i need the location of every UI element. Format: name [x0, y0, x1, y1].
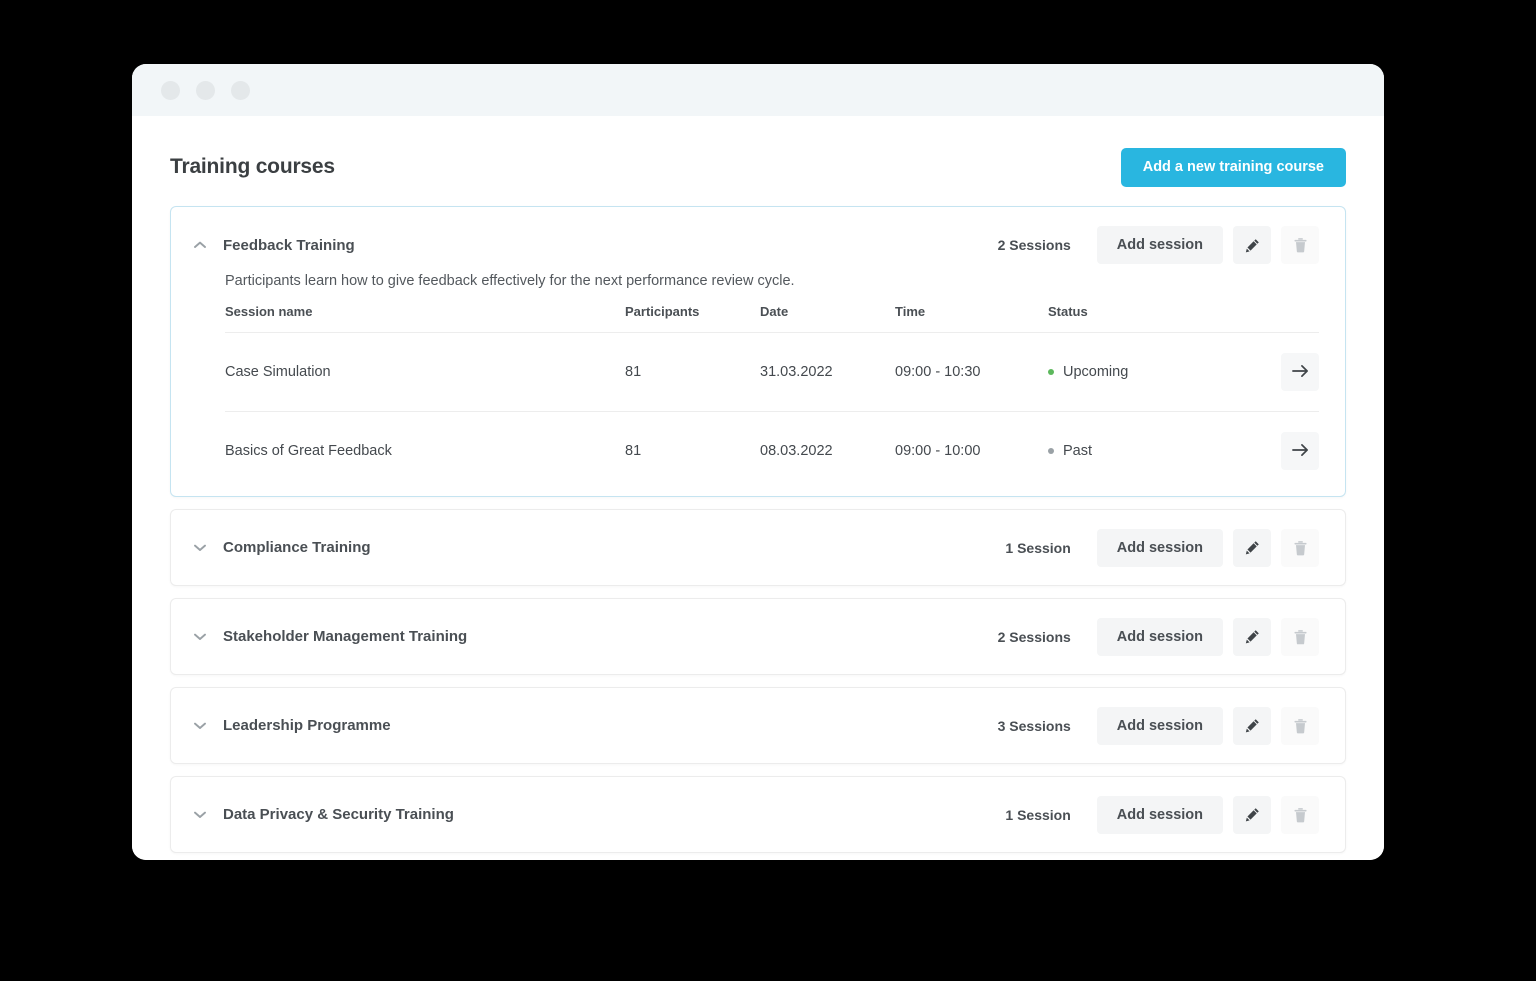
pencil-icon: [1245, 718, 1260, 733]
status-badge: Past: [1063, 443, 1093, 459]
cell-date: 31.03.2022: [760, 332, 895, 412]
trash-icon: [1293, 540, 1308, 556]
course-card-body: Participants learn how to give feedback …: [171, 273, 1345, 490]
page-header: Training courses Add a new training cour…: [170, 116, 1346, 206]
table-row[interactable]: Case Simulation 81 31.03.2022 09:00 - 10:30…: [225, 332, 1319, 412]
session-count-label: 2 Sessions: [997, 237, 1071, 253]
column-header-session-name: Session name: [225, 304, 625, 333]
minimize-dot[interactable]: [196, 80, 215, 100]
course-card-header[interactable]: Data Privacy & Security Training 1 Sessio…: [171, 777, 1345, 852]
course-card-header[interactable]: Stakeholder Management Training 2 Session…: [171, 599, 1345, 674]
delete-course-button[interactable]: [1281, 706, 1319, 745]
add-training-course-button[interactable]: Add a new training course: [1120, 147, 1346, 187]
add-session-button[interactable]: Add session: [1096, 795, 1223, 834]
course-card: Leadership Programme 3 Sessions Add sessio…: [170, 687, 1346, 764]
trash-icon: [1293, 237, 1308, 253]
course-card: Compliance Training 1 Session Add session: [170, 509, 1346, 586]
cell-open-action: [1263, 332, 1319, 412]
course-title: Compliance Training: [223, 539, 371, 556]
column-header-time: Time: [895, 304, 1048, 333]
session-count-label: 1 Session: [1005, 806, 1071, 823]
cell-status: Past: [1048, 412, 1263, 491]
edit-course-button[interactable]: [1233, 617, 1271, 656]
chevron-down-icon[interactable]: [189, 633, 211, 641]
pencil-icon: [1245, 629, 1260, 644]
delete-course-button[interactable]: [1281, 795, 1319, 834]
window-titlebar: [132, 64, 1384, 116]
open-session-button[interactable]: [1281, 353, 1319, 391]
page-title: Training courses: [170, 155, 335, 178]
edit-course-button[interactable]: [1233, 706, 1271, 745]
chevron-down-icon[interactable]: [189, 811, 211, 819]
arrow-right-icon: [1291, 364, 1309, 381]
column-header-participants: Participants: [625, 304, 760, 333]
table-row[interactable]: Basics of Great Feedback 81 08.03.2022 09:0…: [225, 412, 1319, 491]
close-dot[interactable]: [161, 80, 180, 100]
course-card: Feedback Training 2 Sessions Add session Pa…: [170, 206, 1346, 497]
delete-course-button[interactable]: [1281, 617, 1319, 656]
cell-session-name: Case Simulation: [225, 332, 625, 412]
session-count-label: 2 Sessions: [997, 628, 1071, 645]
screen-background: Training courses Add a new training cour…: [0, 0, 1536, 981]
sessions-table-header-row: Session name Participants Date Time Status: [225, 304, 1319, 333]
course-card-header[interactable]: Compliance Training 1 Session Add session: [171, 510, 1345, 585]
course-title: Leadership Programme: [223, 717, 391, 734]
session-count-label: 3 Sessions: [997, 717, 1071, 734]
cell-participants: 81: [625, 332, 760, 412]
pencil-icon: [1245, 540, 1260, 555]
course-description: Participants learn how to give feedback …: [225, 273, 795, 289]
chevron-down-icon[interactable]: [189, 544, 211, 552]
add-session-button[interactable]: Add session: [1096, 528, 1223, 567]
trash-icon: [1293, 807, 1308, 823]
pencil-icon: [1245, 807, 1260, 822]
delete-course-button[interactable]: [1281, 226, 1319, 264]
edit-course-button[interactable]: [1233, 528, 1271, 567]
add-session-button[interactable]: Add session: [1096, 617, 1223, 656]
edit-course-button[interactable]: [1233, 795, 1271, 834]
status-dot: [1048, 448, 1054, 454]
cell-participants: 81: [625, 443, 642, 459]
chevron-down-icon[interactable]: [189, 722, 211, 730]
course-card: Stakeholder Management Training 2 Session…: [170, 598, 1346, 675]
cell-time: 09:00 - 10:00: [895, 443, 981, 459]
add-session-button[interactable]: Add session: [1096, 226, 1223, 264]
page-content: Training courses Add a new training cour…: [132, 116, 1384, 860]
column-header-actions: [1263, 304, 1319, 333]
cell-status: Upcoming: [1048, 332, 1263, 412]
browser-window: Training courses Add a new training cour…: [132, 64, 1384, 860]
sessions-table: Session name Participants Date Time Status Ca…: [225, 304, 1319, 490]
pencil-icon: [1245, 238, 1260, 253]
chevron-up-icon[interactable]: [189, 241, 211, 249]
status-badge: Upcoming: [1063, 364, 1129, 380]
course-title: Stakeholder Management Training: [223, 628, 468, 645]
course-card-header[interactable]: Leadership Programme 3 Sessions Add sessio…: [171, 688, 1345, 763]
course-card: Data Privacy & Security Training 1 Sessio…: [170, 776, 1346, 853]
edit-course-button[interactable]: [1233, 226, 1271, 264]
course-title: Feedback Training: [223, 236, 355, 254]
cell-date: 08.03.2022: [760, 443, 833, 459]
course-list: Feedback Training 2 Sessions Add session Pa…: [170, 206, 1346, 853]
column-header-date: Date: [760, 304, 895, 333]
cell-time: 09:00 - 10:30: [895, 332, 1048, 412]
course-title: Data Privacy & Security Training: [223, 806, 454, 823]
arrow-right-icon: [1291, 443, 1309, 460]
status-dot: [1048, 369, 1054, 375]
session-count-label: 1 Session: [1005, 539, 1071, 556]
trash-icon: [1293, 629, 1308, 645]
course-card-header[interactable]: Feedback Training 2 Sessions Add session: [171, 207, 1345, 279]
add-session-button[interactable]: Add session: [1096, 706, 1223, 745]
delete-course-button[interactable]: [1281, 528, 1319, 567]
open-session-button[interactable]: [1281, 432, 1319, 470]
column-header-status: Status: [1048, 304, 1263, 333]
cell-session-name: Basics of Great Feedback: [225, 443, 392, 459]
cell-open-action: [1263, 412, 1319, 491]
maximize-dot[interactable]: [231, 80, 250, 100]
trash-icon: [1293, 718, 1308, 734]
